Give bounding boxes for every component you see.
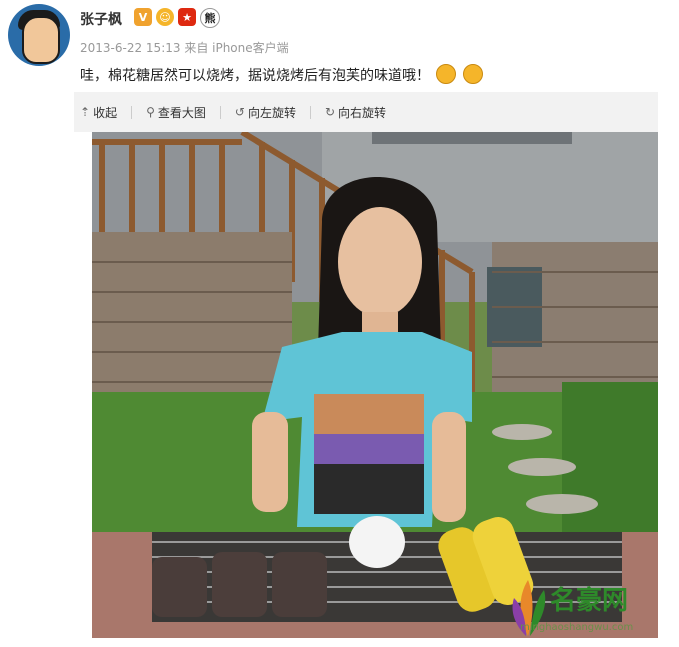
verified-badge-icon[interactable]: V bbox=[134, 8, 152, 26]
avatar-face bbox=[22, 16, 60, 64]
post-text: 哇，棉花糖居然可以烧烤，据说烧烤后有泡芙的味道哦！ bbox=[80, 64, 483, 85]
view-large-button[interactable]: ⚲ 查看大图 bbox=[146, 104, 206, 121]
rotate-right-label: 向右旋转 bbox=[338, 105, 387, 120]
emoji-grin-icon bbox=[462, 64, 483, 84]
post-photo[interactable] bbox=[92, 132, 658, 638]
image-toolbar: ⇡ 收起 ⚲ 查看大图 ↺ 向左旋转 ↻ 向右旋转 bbox=[74, 92, 658, 132]
toolbar-divider bbox=[219, 105, 221, 119]
site-watermark: 名豪网 minghaoshangwu.com bbox=[508, 572, 658, 640]
rotate-right-icon: ↻ bbox=[324, 105, 336, 119]
rotate-left-icon: ↺ bbox=[234, 105, 245, 119]
magnifier-icon: ⚲ bbox=[146, 105, 155, 119]
flag-badge-icon[interactable]: ★ bbox=[178, 8, 196, 26]
rotate-left-button[interactable]: ↺ 向左旋转 bbox=[235, 104, 296, 121]
username[interactable]: 张子枫 bbox=[80, 9, 122, 29]
vip-badge-icon[interactable]: ☺ bbox=[156, 8, 174, 26]
watermark-title: 名豪网 bbox=[550, 586, 629, 616]
user-badges: V ☺ ★ 熊 bbox=[134, 8, 220, 28]
toolbar-divider bbox=[309, 105, 311, 119]
view-large-label: 查看大图 bbox=[157, 105, 206, 120]
weibo-post: 张子枫 V ☺ ★ 熊 2013-6-22 15:13 来自 iPhone客户端… bbox=[0, 0, 679, 647]
collapse-button[interactable]: ⇡ 收起 bbox=[80, 104, 117, 121]
rotate-left-label: 向左旋转 bbox=[247, 105, 296, 120]
collapse-label: 收起 bbox=[93, 105, 118, 120]
post-text-content: 哇，棉花糖居然可以烧烤，据说烧烤后有泡芙的味道哦！ bbox=[80, 68, 430, 84]
toolbar-divider bbox=[131, 105, 133, 119]
avatar[interactable] bbox=[8, 4, 70, 66]
post-meta: 2013-6-22 15:13 来自 iPhone客户端 bbox=[80, 41, 289, 55]
watermark-url: minghaoshangwu.com bbox=[520, 622, 634, 633]
rotate-right-button[interactable]: ↻ 向右旋转 bbox=[325, 104, 386, 121]
emoji-laugh-icon bbox=[436, 64, 457, 84]
arrow-up-icon: ⇡ bbox=[80, 105, 91, 119]
photo-illustration bbox=[92, 132, 658, 638]
panda-badge-icon[interactable]: 熊 bbox=[200, 8, 220, 28]
